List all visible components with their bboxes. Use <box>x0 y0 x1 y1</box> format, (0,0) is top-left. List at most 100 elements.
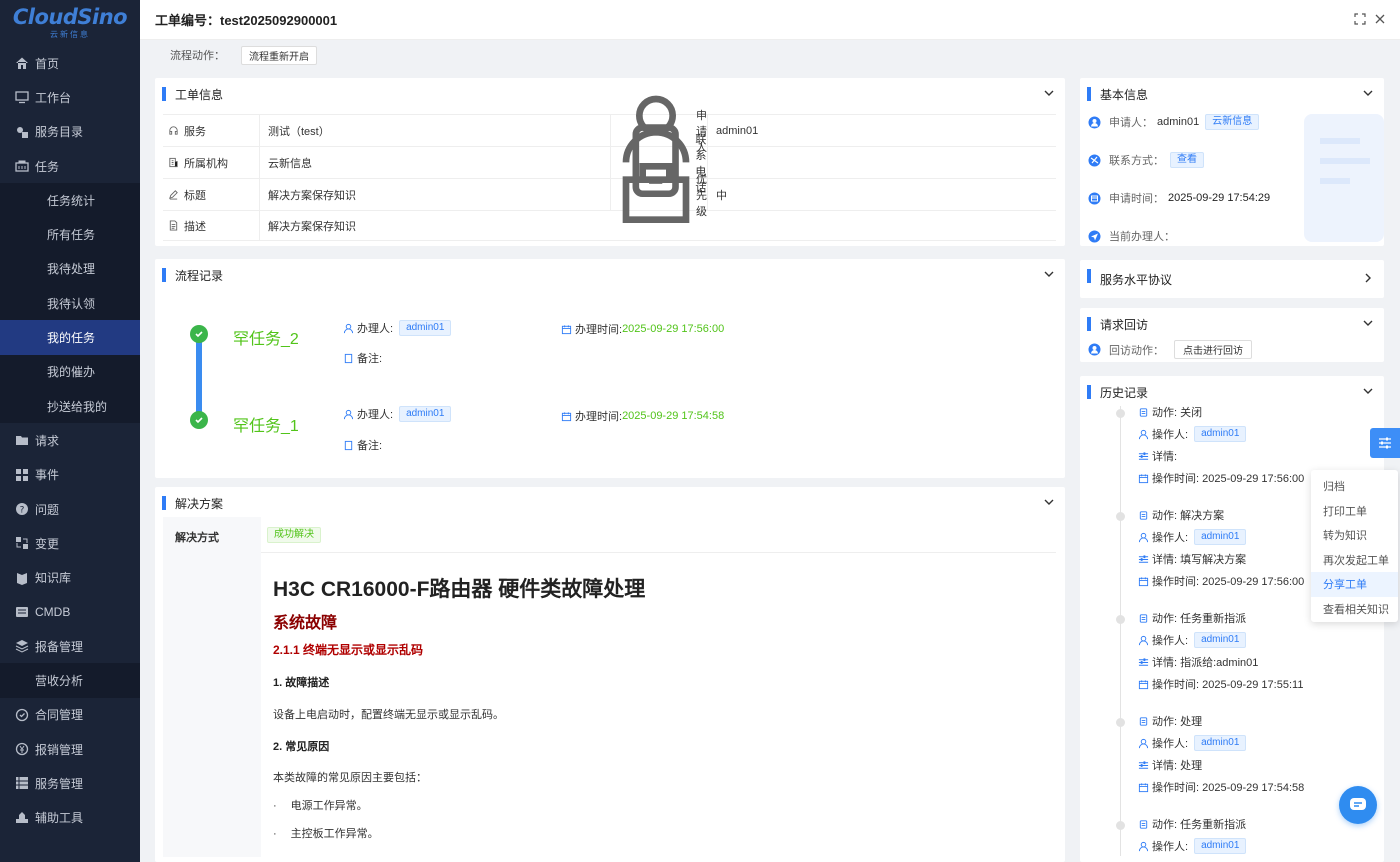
process-note: 备注: <box>343 437 382 453</box>
sidebar-item-20[interactable]: 报销管理 <box>0 732 140 766</box>
chevron-down-icon[interactable] <box>1043 87 1055 99</box>
watermark-graphic <box>1304 114 1384 242</box>
sidebar-item-1[interactable]: 工作台 <box>0 80 140 114</box>
sidebar-item-14[interactable]: 变更 <box>0 526 140 560</box>
sidebar-item-15[interactable]: 知识库 <box>0 560 140 594</box>
sidebar-item-label: 所有任务 <box>47 228 96 243</box>
user-circle-icon <box>1088 343 1101 356</box>
basic-info-title: 基本信息 <box>1100 87 1149 102</box>
sidebar-item-21[interactable]: 服务管理 <box>0 766 140 800</box>
history-header[interactable]: 历史记录 <box>1080 376 1384 408</box>
sidebar-item-8[interactable]: 我的任务 <box>0 320 140 355</box>
phone-value <box>708 147 1056 178</box>
chat-button[interactable] <box>1339 786 1377 824</box>
view-contact-button[interactable]: 查看 <box>1170 152 1204 168</box>
history-action: 动作: 任务重新指派 <box>1138 816 1246 832</box>
chevron-down-icon[interactable] <box>1362 87 1374 99</box>
chevron-down-icon[interactable] <box>1043 496 1055 508</box>
tool-icon <box>15 811 29 825</box>
table-row: 描述 解决方案保存知识 <box>163 211 1056 241</box>
sidebar-item-label: 我待认领 <box>47 296 96 311</box>
menu-item-1[interactable]: 打印工单 <box>1311 499 1398 524</box>
work-order-card: 工单信息 服务 测试（test） 申请人 admin01 所属机构 云新信息 联… <box>155 78 1065 246</box>
sidebar-item-12[interactable]: 事件 <box>0 458 140 492</box>
fullscreen-icon[interactable] <box>1354 13 1366 25</box>
menu-item-0[interactable]: 归档 <box>1311 474 1398 499</box>
description-value: 解决方案保存知识 <box>268 220 356 233</box>
history-time: 操作时间: 2025-09-29 17:54:58 <box>1138 779 1304 795</box>
sidebar-item-18[interactable]: 营收分析 <box>0 663 140 698</box>
sidebar-item-19[interactable]: 合同管理 <box>0 698 140 732</box>
menu-item-2[interactable]: 转为知识 <box>1311 523 1398 548</box>
layers-icon <box>15 639 29 653</box>
sidebar-item-label: 服务管理 <box>35 776 84 791</box>
change-icon <box>15 536 29 550</box>
chevron-right-icon[interactable] <box>1362 272 1374 284</box>
history-operator: 操作人: admin01 <box>1138 735 1247 751</box>
chevron-down-icon[interactable] <box>1362 385 1374 397</box>
sidebar-item-10[interactable]: 抄送给我的 <box>0 388 140 424</box>
org-label: 所属机构 <box>184 157 228 170</box>
sidebar-item-6[interactable]: 我待处理 <box>0 251 140 287</box>
solution-heading: H3C CR16000-F路由器 硬件类故障处理 <box>273 578 646 601</box>
basic-contact: 联系方式： 查看 <box>1088 152 1204 168</box>
sidebar-item-9[interactable]: 我的催办 <box>0 354 140 389</box>
history-operator: 操作人: admin01 <box>1138 838 1247 854</box>
menu-item-5[interactable]: 查看相关知识 <box>1311 597 1398 622</box>
solution-header[interactable]: 解决方案 <box>155 487 1065 519</box>
close-icon[interactable] <box>1374 13 1386 25</box>
reopen-process-button[interactable]: 流程重新开启 <box>241 45 317 65</box>
process-time-value: 2025-09-29 17:54:58 <box>622 410 725 422</box>
history-time: 操作时间: 2025-09-29 17:55:11 <box>1138 676 1303 692</box>
process-handler: 办理人: admin01 <box>343 320 452 336</box>
headset-icon <box>168 125 179 136</box>
sidebar-item-label: 抄送给我的 <box>47 399 108 414</box>
revisit-button[interactable]: 点击进行回访 <box>1174 340 1252 359</box>
calendar-icon <box>1138 679 1149 690</box>
sidebar-item-3[interactable]: 任务 <box>0 149 140 183</box>
solution-title: 解决方案 <box>175 496 224 511</box>
menu-item-3[interactable]: 再次发起工单 <box>1311 548 1398 573</box>
solution-paragraph: 设备上电启动时，配置终端无显示或显示乱码。 <box>273 709 504 721</box>
sidebar-item-7[interactable]: 我待认领 <box>0 286 140 321</box>
sidebar-item-13[interactable]: ? 问题 <box>0 492 140 526</box>
calendar-icon <box>1088 192 1101 205</box>
logo-text: CloudSino <box>12 5 128 29</box>
chevron-down-icon[interactable] <box>1043 268 1055 280</box>
process-record-title: 流程记录 <box>175 268 224 283</box>
sidebar-item-22[interactable]: 辅助工具 <box>0 801 140 835</box>
action-icon <box>1138 407 1149 418</box>
menu-item-4[interactable]: 分享工单 <box>1311 572 1398 597</box>
chevron-down-icon[interactable] <box>1362 317 1374 329</box>
work-order-header[interactable]: 工单信息 <box>155 78 1065 110</box>
sidebar-item-2[interactable]: 服务目录 <box>0 115 140 149</box>
sidebar-item-label: 任务统计 <box>47 193 96 208</box>
settings-toggle-button[interactable] <box>1370 428 1400 458</box>
sla-header[interactable]: 服务水平协议 <box>1080 260 1384 298</box>
question-icon: ? <box>15 502 29 516</box>
process-record-header[interactable]: 流程记录 <box>155 259 1065 291</box>
sidebar-item-0[interactable]: 首页 <box>0 46 140 80</box>
catalog-icon <box>15 125 29 139</box>
revisit-header[interactable]: 请求回访 <box>1080 308 1384 340</box>
basic-info-header[interactable]: 基本信息 <box>1080 78 1384 110</box>
sidebar-item-11[interactable]: 请求 <box>0 423 140 457</box>
history-operator: 操作人: admin01 <box>1138 529 1247 545</box>
sidebar-item-4[interactable]: 任务统计 <box>0 183 140 218</box>
sidebar-item-label: 我的任务 <box>47 331 96 346</box>
history-time: 操作时间: 2025-09-29 17:56:00 <box>1138 573 1304 589</box>
table-row: 标题 解决方案保存知识 优先级 中 <box>163 163 1056 224</box>
history-dot <box>1116 718 1125 727</box>
process-time: 办理时间: 2025-09-29 17:56:00 <box>561 321 724 337</box>
service-value: 测试（test） <box>260 115 611 146</box>
task-icon <box>15 159 29 173</box>
logo[interactable]: CloudSino 云新信息 <box>0 0 140 46</box>
sidebar-item-16[interactable]: CMDB <box>0 595 140 629</box>
sidebar-item-5[interactable]: 所有任务 <box>0 217 140 252</box>
sidebar-item-17[interactable]: 报备管理 <box>0 629 140 663</box>
sidebar-item-label: 事件 <box>35 468 60 483</box>
sidebar-item-label: 服务目录 <box>35 125 84 140</box>
solution-item-title: 1. 故障描述 <box>273 677 330 689</box>
sidebar-item-label: 我的催办 <box>47 365 96 380</box>
revisit-title: 请求回访 <box>1100 317 1149 332</box>
